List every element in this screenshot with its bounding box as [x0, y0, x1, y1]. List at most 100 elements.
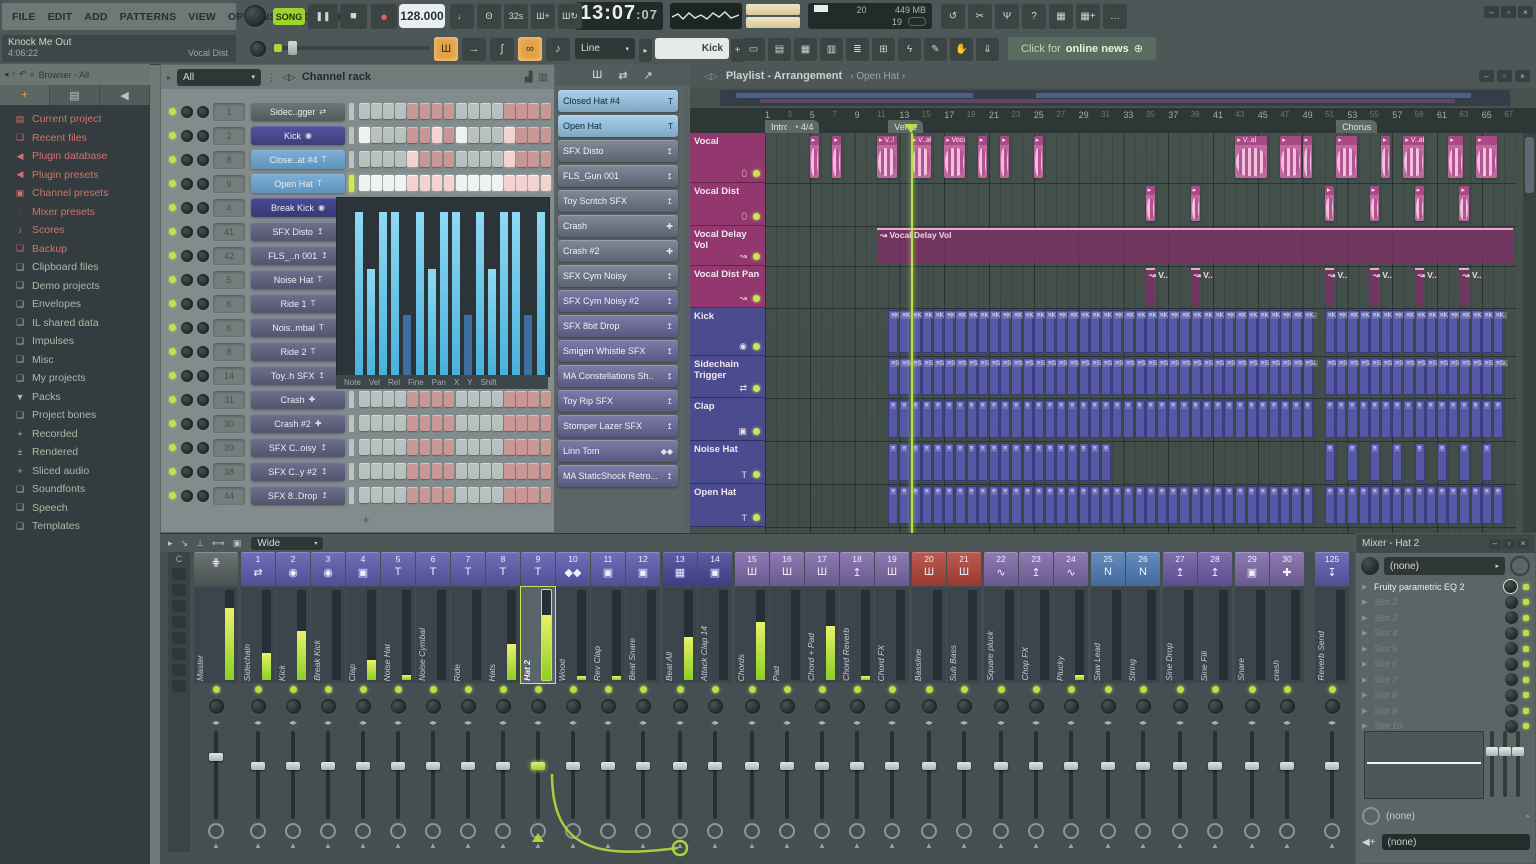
- pattern-clip[interactable]: ≡Si.: [1358, 358, 1374, 395]
- picker-item-ma-constellations-sh-[interactable]: MA Constellations Sh.. ↥: [558, 365, 678, 387]
- pattern-clip[interactable]: ≡: [977, 443, 988, 481]
- current-slot[interactable]: [172, 664, 186, 676]
- pattern-clip[interactable]: ≡Si.: [1067, 358, 1083, 395]
- channel-volume-knob[interactable]: [197, 418, 209, 430]
- pattern-clip[interactable]: ≡K.: [1481, 310, 1496, 353]
- step-button[interactable]: [516, 391, 528, 407]
- stereo-sep-widget[interactable]: ◂▸: [1054, 716, 1088, 729]
- fx-mix-knob[interactable]: [1505, 642, 1518, 656]
- fx-enable-ring[interactable]: [1207, 823, 1223, 839]
- velocity-mode-pan[interactable]: Pan: [432, 378, 446, 387]
- step-button[interactable]: [528, 175, 540, 191]
- fx-enable-ring[interactable]: [565, 823, 581, 839]
- pattern-clip[interactable]: ≡K.: [1000, 310, 1015, 353]
- picker-item-toy-rip-sfx[interactable]: Toy Rip SFX ↥: [558, 390, 678, 412]
- step-button[interactable]: [419, 391, 431, 407]
- pattern-clip[interactable]: ≡: [1078, 400, 1089, 438]
- pan-knob[interactable]: [355, 698, 371, 714]
- channel-led[interactable]: [169, 396, 176, 403]
- step-button[interactable]: [431, 103, 443, 119]
- pattern-clip[interactable]: ≡: [1089, 486, 1100, 524]
- fader-handle[interactable]: [1208, 762, 1222, 771]
- channel-number[interactable]: 38: [213, 463, 245, 481]
- current-slot[interactable]: [172, 616, 186, 628]
- pattern-clip[interactable]: ≡: [1425, 486, 1436, 524]
- fader-handle[interactable]: [566, 762, 580, 771]
- step-button[interactable]: [395, 175, 407, 191]
- cut-icon[interactable]: ✂: [968, 3, 992, 29]
- mixer-strip-body[interactable]: Noise Hat: [381, 587, 415, 683]
- pattern-clip[interactable]: ≡: [1437, 486, 1448, 524]
- mute-led[interactable]: [639, 686, 647, 693]
- pattern-clip[interactable]: ≡K.: [944, 310, 959, 353]
- stereo-sep-widget[interactable]: ◂▸: [241, 716, 275, 729]
- fx-enable-ring[interactable]: [1279, 823, 1295, 839]
- mixer-strip-body[interactable]: Beat Snare: [626, 587, 660, 683]
- fx-maximize-button[interactable]: ▫: [1503, 538, 1515, 549]
- swap-icon[interactable]: ⇄: [618, 69, 627, 82]
- mixer-strip-header[interactable]: 26 N: [1126, 552, 1160, 586]
- pattern-clip[interactable]: ≡: [1414, 486, 1425, 524]
- step-button[interactable]: [395, 463, 407, 479]
- pattern-clip[interactable]: ≡: [1000, 400, 1011, 438]
- mute-led[interactable]: [783, 686, 791, 693]
- mixer-view-selector[interactable]: Wide ▾: [251, 536, 324, 550]
- fx-slot-7[interactable]: ▶ Slot 7: [1356, 672, 1535, 688]
- pattern-clip[interactable]: ≡Si.: [1089, 358, 1106, 395]
- step-button[interactable]: [419, 175, 431, 191]
- fader-handle[interactable]: [957, 762, 971, 771]
- pan-knob[interactable]: [1207, 698, 1223, 714]
- channel-rack-icon[interactable]: ▦: [794, 37, 817, 61]
- pattern-clip[interactable]: ≡K.: [1269, 310, 1283, 353]
- step-button[interactable]: [383, 463, 394, 479]
- pattern-clip[interactable]: ≡: [888, 400, 899, 438]
- fader-handle[interactable]: [780, 762, 794, 771]
- volume-fader[interactable]: [875, 729, 909, 821]
- mixer-strip-body[interactable]: Saw Lead: [1091, 587, 1125, 683]
- fader-handle[interactable]: [1136, 762, 1150, 771]
- pattern-clip[interactable]: ≡K.: [1493, 310, 1507, 353]
- step-button[interactable]: [504, 463, 515, 479]
- pattern-clip[interactable]: ≡Si.: [944, 358, 960, 395]
- mixer-strip-header[interactable]: 27 ↥: [1163, 552, 1197, 586]
- pattern-clip[interactable]: ≡Si.: [1157, 358, 1173, 395]
- step-button[interactable]: [371, 415, 382, 431]
- current-slot[interactable]: [172, 648, 186, 660]
- pattern-clip[interactable]: ≡K.: [1336, 310, 1351, 353]
- fx-enable-ring[interactable]: [460, 823, 476, 839]
- pattern-clip[interactable]: ≡K.: [1280, 310, 1295, 353]
- audio-clip[interactable]: ▸: [1190, 186, 1200, 221]
- velocity-bar[interactable]: [488, 269, 497, 376]
- channel-number[interactable]: 14: [213, 367, 245, 385]
- pattern-clip[interactable]: ≡: [1033, 443, 1044, 481]
- pattern-clip[interactable]: ≡: [1056, 443, 1067, 481]
- pattern-clip[interactable]: ≡: [1493, 486, 1504, 524]
- stereo-sep-widget[interactable]: ◂▸: [1126, 716, 1160, 729]
- stereo-sep-widget[interactable]: ◂▸: [770, 716, 804, 729]
- audio-clip[interactable]: ▸ Vocal: [944, 136, 965, 178]
- channel-button[interactable]: Break Kick ◉: [251, 198, 345, 217]
- pan-knob[interactable]: [672, 698, 688, 714]
- pan-knob[interactable]: [1244, 698, 1260, 714]
- pattern-clip[interactable]: ≡Si.: [1134, 358, 1150, 395]
- mixer-strip-body[interactable]: Pad: [770, 587, 804, 683]
- menu-edit[interactable]: EDIT: [42, 11, 79, 23]
- mixer-strip-header[interactable]: 25 N: [1091, 552, 1125, 586]
- channel-volume-knob[interactable]: [197, 250, 209, 262]
- picker-item-crash-2[interactable]: Crash #2 ✚: [558, 240, 678, 262]
- pattern-clip[interactable]: ≡: [1291, 486, 1302, 524]
- fx-enable-ring[interactable]: [600, 823, 616, 839]
- mixer-strip-chord-fx[interactable]: 19 Ш Chord FX ◂▸ ▲: [875, 552, 909, 864]
- fader-handle[interactable]: [321, 762, 335, 771]
- help-icon[interactable]: ?: [1022, 3, 1046, 29]
- channel-number[interactable]: 30: [213, 415, 245, 433]
- fx-enable-ring[interactable]: [425, 823, 441, 839]
- fader-handle[interactable]: [391, 762, 405, 771]
- clone-pattern-icon[interactable]: Ш↻: [558, 3, 582, 29]
- volume-fader[interactable]: [1091, 729, 1125, 821]
- route-arrow[interactable]: ▲: [875, 841, 909, 854]
- pattern-clip[interactable]: ≡: [921, 400, 932, 438]
- pattern-clip[interactable]: ≡: [1403, 400, 1414, 438]
- volume-fader[interactable]: [735, 729, 769, 821]
- mixer-strip-header[interactable]: 23 ↥: [1019, 552, 1053, 586]
